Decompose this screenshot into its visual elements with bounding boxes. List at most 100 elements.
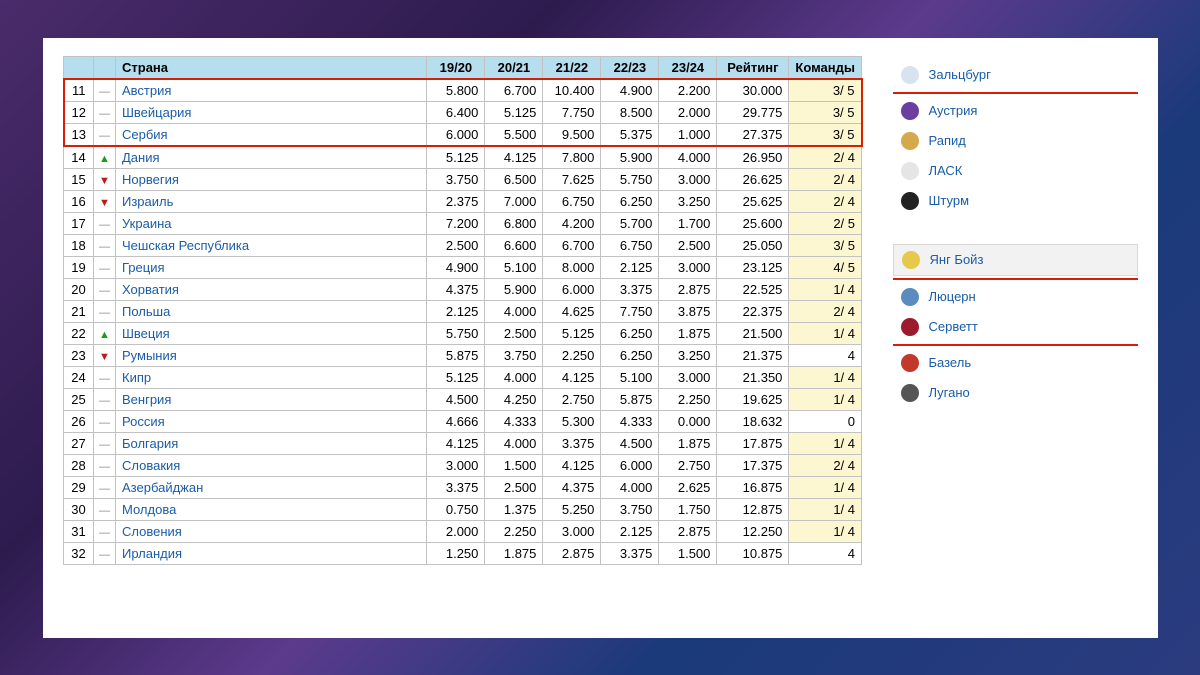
sidebar-team[interactable]: Рапид	[893, 126, 1138, 156]
cell-s1: 5.800	[427, 79, 485, 102]
table-row: 23▼Румыния5.8753.7502.2506.2503.25021.37…	[64, 344, 862, 366]
cell-country[interactable]: Хорватия	[116, 278, 427, 300]
cell-s4: 6.250	[601, 190, 659, 212]
sidebar-team[interactable]: Аустрия	[893, 96, 1138, 126]
cell-country[interactable]: Греция	[116, 256, 427, 278]
trend-icon: —	[94, 256, 116, 278]
cell-s1: 5.750	[427, 322, 485, 344]
cell-s4: 4.500	[601, 432, 659, 454]
table-row: 15▼Норвегия3.7506.5007.6255.7503.00026.6…	[64, 168, 862, 190]
cell-country[interactable]: Швеция	[116, 322, 427, 344]
sidebar-team[interactable]: Янг Бойз	[893, 244, 1138, 276]
trend-icon: —	[94, 432, 116, 454]
cell-s5: 2.875	[659, 278, 717, 300]
cell-s3: 4.125	[543, 454, 601, 476]
cell-s1: 3.375	[427, 476, 485, 498]
cell-s2: 2.500	[485, 476, 543, 498]
cell-teams: 2/ 4	[789, 146, 862, 169]
cell-country[interactable]: Россия	[116, 410, 427, 432]
team-logo-icon	[901, 102, 919, 120]
cell-rank: 29	[64, 476, 94, 498]
sidebar-team[interactable]: Зальцбург	[893, 60, 1138, 90]
table-row: 30—Молдова0.7501.3755.2503.7501.75012.87…	[64, 498, 862, 520]
cell-s1: 3.750	[427, 168, 485, 190]
cell-s1: 2.125	[427, 300, 485, 322]
cell-country[interactable]: Чешская Республика	[116, 234, 427, 256]
sidebar-group-switzerland: Янг Бойз ЛюцернСерветт Базель Лугано	[893, 244, 1138, 408]
cell-country[interactable]: Болгария	[116, 432, 427, 454]
table-row: 26—Россия4.6664.3335.3004.3330.00018.632…	[64, 410, 862, 432]
cell-teams: 1/ 4	[789, 498, 862, 520]
cell-country[interactable]: Польша	[116, 300, 427, 322]
table-row: 14▲Дания5.1254.1257.8005.9004.00026.9502…	[64, 146, 862, 169]
cell-s3: 6.750	[543, 190, 601, 212]
sidebar-team[interactable]: Штурм	[893, 186, 1138, 216]
cell-teams: 1/ 4	[789, 388, 862, 410]
trend-icon: —	[94, 212, 116, 234]
cell-country[interactable]: Норвегия	[116, 168, 427, 190]
trend-icon: —	[94, 123, 116, 146]
cell-country[interactable]: Словакия	[116, 454, 427, 476]
trend-icon: —	[94, 79, 116, 102]
cell-s2: 6.500	[485, 168, 543, 190]
cell-country[interactable]: Австрия	[116, 79, 427, 102]
cell-teams: 1/ 4	[789, 520, 862, 542]
team-logo-icon	[901, 318, 919, 336]
cell-country[interactable]: Кипр	[116, 366, 427, 388]
cell-s1: 6.000	[427, 123, 485, 146]
cell-teams: 4	[789, 344, 862, 366]
cell-s4: 5.750	[601, 168, 659, 190]
cell-country[interactable]: Румыния	[116, 344, 427, 366]
cell-s4: 2.125	[601, 520, 659, 542]
cell-country[interactable]: Израиль	[116, 190, 427, 212]
cell-rating: 22.525	[717, 278, 789, 300]
sidebar-team[interactable]: ЛАСК	[893, 156, 1138, 186]
cell-country[interactable]: Словения	[116, 520, 427, 542]
cell-s2: 6.800	[485, 212, 543, 234]
cell-country[interactable]: Венгрия	[116, 388, 427, 410]
sidebar-team[interactable]: Лугано	[893, 378, 1138, 408]
cell-teams: 2/ 4	[789, 454, 862, 476]
sidebar-team[interactable]: Люцерн	[893, 282, 1138, 312]
trend-icon: ▲	[94, 146, 116, 169]
sidebar-team[interactable]: Серветт	[893, 312, 1138, 342]
cell-s1: 2.500	[427, 234, 485, 256]
cell-rating: 17.875	[717, 432, 789, 454]
cell-s2: 2.250	[485, 520, 543, 542]
cell-s2: 4.250	[485, 388, 543, 410]
cell-s1: 3.000	[427, 454, 485, 476]
cell-s5: 1.500	[659, 542, 717, 564]
cell-rank: 27	[64, 432, 94, 454]
cell-s3: 2.250	[543, 344, 601, 366]
cell-s5: 2.250	[659, 388, 717, 410]
cell-country[interactable]: Ирландия	[116, 542, 427, 564]
cell-s3: 3.000	[543, 520, 601, 542]
cell-rating: 26.950	[717, 146, 789, 169]
trend-icon: —	[94, 454, 116, 476]
cell-country[interactable]: Швейцария	[116, 101, 427, 123]
cell-country[interactable]: Украина	[116, 212, 427, 234]
cell-s2: 4.125	[485, 146, 543, 169]
cell-rating: 17.375	[717, 454, 789, 476]
cell-rating: 21.375	[717, 344, 789, 366]
table-row: 16▼Израиль2.3757.0006.7506.2503.25025.62…	[64, 190, 862, 212]
cell-s3: 4.125	[543, 366, 601, 388]
cell-country[interactable]: Сербия	[116, 123, 427, 146]
cell-s2: 1.875	[485, 542, 543, 564]
cell-s3: 5.250	[543, 498, 601, 520]
trend-icon: —	[94, 520, 116, 542]
cell-country[interactable]: Дания	[116, 146, 427, 169]
cell-country[interactable]: Молдова	[116, 498, 427, 520]
cell-teams: 3/ 5	[789, 234, 862, 256]
cell-s2: 6.700	[485, 79, 543, 102]
cell-s2: 5.500	[485, 123, 543, 146]
cell-s3: 10.400	[543, 79, 601, 102]
sidebar-team[interactable]: Базель	[893, 348, 1138, 378]
team-name: Рапид	[929, 133, 966, 148]
cell-s4: 5.375	[601, 123, 659, 146]
team-name: Лугано	[929, 385, 970, 400]
cell-teams: 3/ 5	[789, 101, 862, 123]
cell-rank: 25	[64, 388, 94, 410]
trend-icon: —	[94, 278, 116, 300]
cell-country[interactable]: Азербайджан	[116, 476, 427, 498]
